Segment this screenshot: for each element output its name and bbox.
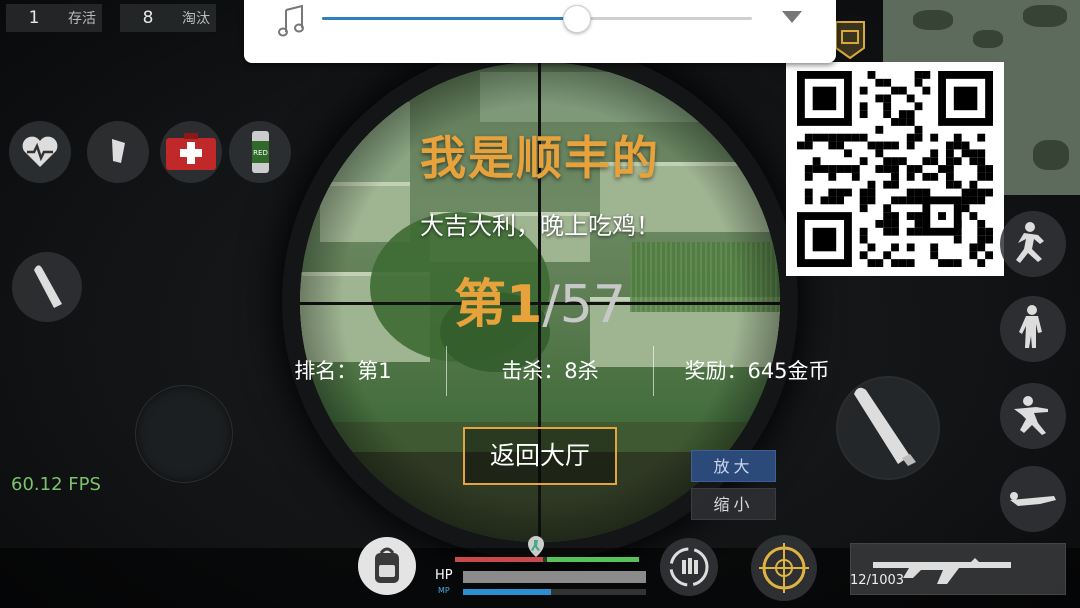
volume-slider-thumb[interactable] <box>563 5 592 33</box>
rank-total: 57 <box>559 275 626 335</box>
backpack-button[interactable] <box>358 537 416 595</box>
running-soldier-icon <box>1016 222 1044 263</box>
stat-reward: 奖励：645金币 <box>653 346 860 396</box>
ammo-count: 12/1003 <box>850 573 905 588</box>
mp-bar-fill <box>463 589 551 595</box>
game-screen: 1 存活 8 淘汰 RED 60.12 FPS 我是顺丰的 大吉大利，晚上吃鸡！… <box>0 0 1080 608</box>
volume-slider-fill <box>322 17 578 20</box>
map-icon[interactable] <box>832 18 868 62</box>
prone-button[interactable] <box>1000 466 1066 532</box>
assault-rifle-icon <box>873 558 1011 584</box>
standing-soldier-icon <box>1019 305 1042 348</box>
alive-counter: 1 存活 <box>6 4 102 32</box>
crouch-button[interactable] <box>1000 383 1066 449</box>
player-marker-icon <box>525 534 547 558</box>
movement-joystick[interactable] <box>135 385 233 483</box>
qr-code-image <box>797 71 993 267</box>
chevron-down-icon[interactable] <box>782 11 802 23</box>
rank-prefix: 第 <box>454 275 507 335</box>
rank-separator: / <box>542 275 560 335</box>
mp-bar <box>463 589 646 595</box>
team-bar <box>455 557 639 562</box>
fps-counter: 60.12 FPS <box>11 474 101 495</box>
rank-value: 1 <box>506 275 543 335</box>
team-bar-green <box>547 557 639 562</box>
crouching-soldier-icon <box>1014 396 1048 435</box>
result-stats: 排名：第1 击杀：8杀 奖励：645金币 <box>240 346 860 396</box>
volume-slider[interactable] <box>322 5 752 33</box>
crosshair-icon <box>759 543 809 593</box>
alive-label: 存活 <box>68 11 96 27</box>
backpack-icon <box>375 547 399 583</box>
sprint-button[interactable] <box>1000 211 1066 277</box>
volume-panel <box>244 0 836 63</box>
alive-count: 1 <box>28 8 40 28</box>
stand-button[interactable] <box>1000 296 1066 362</box>
hp-bar <box>463 571 646 583</box>
zoom-in-button[interactable]: 放大 <box>691 450 776 482</box>
eliminated-counter: 8 淘汰 <box>120 4 216 32</box>
reload-button[interactable] <box>660 538 718 596</box>
stat-kills: 击杀：8杀 <box>446 346 653 396</box>
qr-code <box>786 62 1004 276</box>
stat-rank: 排名：第1 <box>294 359 392 383</box>
hp-label: HP <box>435 568 453 583</box>
music-note-icon <box>278 4 304 37</box>
fire-button[interactable] <box>836 376 940 480</box>
prone-soldier-icon <box>1010 492 1056 506</box>
bullet-icon <box>854 387 916 466</box>
eliminated-count: 8 <box>142 8 154 28</box>
mp-label: MP <box>438 586 450 595</box>
zoom-out-button[interactable]: 缩小 <box>691 488 776 520</box>
aim-scope-button[interactable] <box>751 535 817 601</box>
eliminated-label: 淘汰 <box>182 11 210 27</box>
return-lobby-button[interactable]: 返回大厅 <box>463 427 617 485</box>
reload-icon <box>669 547 709 587</box>
